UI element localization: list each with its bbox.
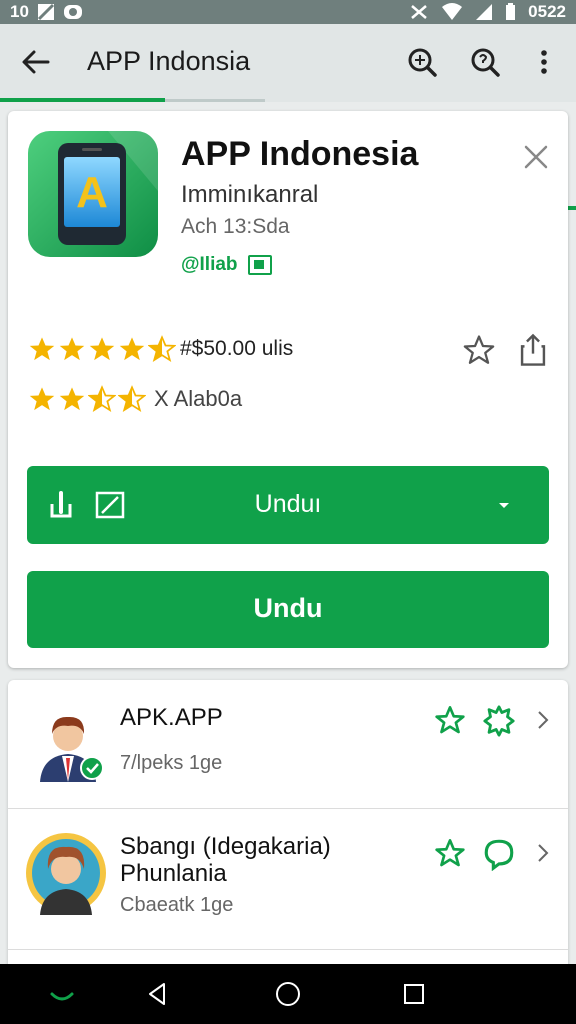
- star-half-icon: [88, 385, 116, 413]
- share-icon[interactable]: [518, 333, 548, 367]
- list-item[interactable]: APK.APP 7/lpeks 1ge: [8, 680, 568, 809]
- vibrate-icon: [411, 5, 427, 19]
- chevron-right-icon[interactable]: [536, 708, 550, 732]
- app-detail-card: A APP Indonesia Imminıkanral Ach 13:Sda …: [8, 111, 568, 668]
- assistant-icon[interactable]: [48, 980, 76, 1008]
- tab-divider: [165, 99, 265, 102]
- badge-star-icon[interactable]: [482, 704, 516, 738]
- notification-icon: [63, 5, 82, 19]
- chevron-down-icon[interactable]: [497, 500, 511, 510]
- back-nav-icon[interactable]: [144, 980, 172, 1008]
- related-apps-list: APK.APP 7/lpeks 1ge Sbangı (Idegakaria) …: [8, 680, 568, 970]
- navigation-bar: [0, 964, 576, 1024]
- list-item[interactable]: Sbangı (Idegakaria) Phunlania Cbaeatk 1g…: [8, 809, 568, 950]
- more-vertical-icon[interactable]: [526, 44, 562, 80]
- star-full-icon: [89, 337, 115, 361]
- app-meta: Ach 13:Sda: [181, 215, 290, 238]
- chevron-right-icon[interactable]: [536, 841, 550, 865]
- chat-bubble-icon[interactable]: [482, 837, 516, 871]
- star-half-icon: [118, 385, 146, 413]
- search-help-icon[interactable]: [467, 44, 503, 80]
- badge-row: @Iliab: [181, 254, 272, 276]
- star-full-icon: [29, 387, 55, 411]
- edge-accent: [568, 206, 576, 210]
- editor-badge: @Iliab: [181, 254, 238, 275]
- avatar: [30, 706, 106, 782]
- rating-text-secondary: X Alab0a: [154, 386, 243, 411]
- star-outline-icon[interactable]: [434, 837, 466, 869]
- star-outline-icon[interactable]: [434, 704, 466, 736]
- app-name: APP Indonesia: [181, 135, 419, 173]
- status-left-text: 10: [10, 2, 29, 21]
- rating-stars-secondary: [28, 385, 146, 413]
- star-full-icon: [59, 337, 85, 361]
- status-time: 0522: [528, 2, 566, 21]
- list-item-title: Sbangı (Idegakaria) Phunlania: [120, 833, 331, 887]
- star-half-icon: [148, 335, 176, 363]
- app-bar: APP Indonsia: [0, 24, 576, 102]
- download-button[interactable]: Undu: [27, 571, 549, 648]
- list-item-subtitle: 7/lpeks 1ge: [120, 752, 223, 774]
- status-bar: 10 0522: [0, 0, 576, 24]
- list-item-subtitle: Cbaeatk 1ge: [120, 894, 234, 916]
- rating-row-secondary: X Alab0a: [28, 385, 242, 413]
- avatar: [26, 833, 106, 915]
- no-signal-icon: [37, 3, 54, 21]
- list-item-title: APK.APP: [120, 704, 223, 731]
- app-bar-title: APP Indonsia: [87, 46, 251, 76]
- arrow-left-icon[interactable]: [18, 44, 54, 80]
- app-icon[interactable]: A: [28, 131, 158, 257]
- battery-icon: [506, 3, 516, 20]
- download-button-label: Undu: [253, 593, 323, 623]
- download-split-label: Unduı: [254, 490, 322, 518]
- search-icon[interactable]: [404, 44, 440, 80]
- rating-row: #$50.00 ulis: [28, 335, 293, 363]
- badge-box-icon: [247, 255, 272, 275]
- star-full-icon: [29, 337, 55, 361]
- rating-text: #$50.00 ulis: [180, 337, 294, 360]
- star-full-icon: [119, 337, 145, 361]
- download-split-button[interactable]: Unduı: [27, 466, 549, 544]
- tab-indicator: [0, 98, 165, 102]
- developer-name[interactable]: Imminıkanral: [181, 181, 318, 209]
- close-icon[interactable]: [520, 141, 552, 173]
- recents-nav-icon[interactable]: [400, 980, 428, 1008]
- wifi-icon: [442, 3, 463, 20]
- star-full-icon: [59, 387, 85, 411]
- home-nav-icon[interactable]: [274, 980, 302, 1008]
- app-icon-letter: A: [76, 168, 108, 217]
- signal-icon: [476, 4, 493, 20]
- star-outline-icon[interactable]: [462, 333, 496, 367]
- rating-stars: [28, 335, 176, 363]
